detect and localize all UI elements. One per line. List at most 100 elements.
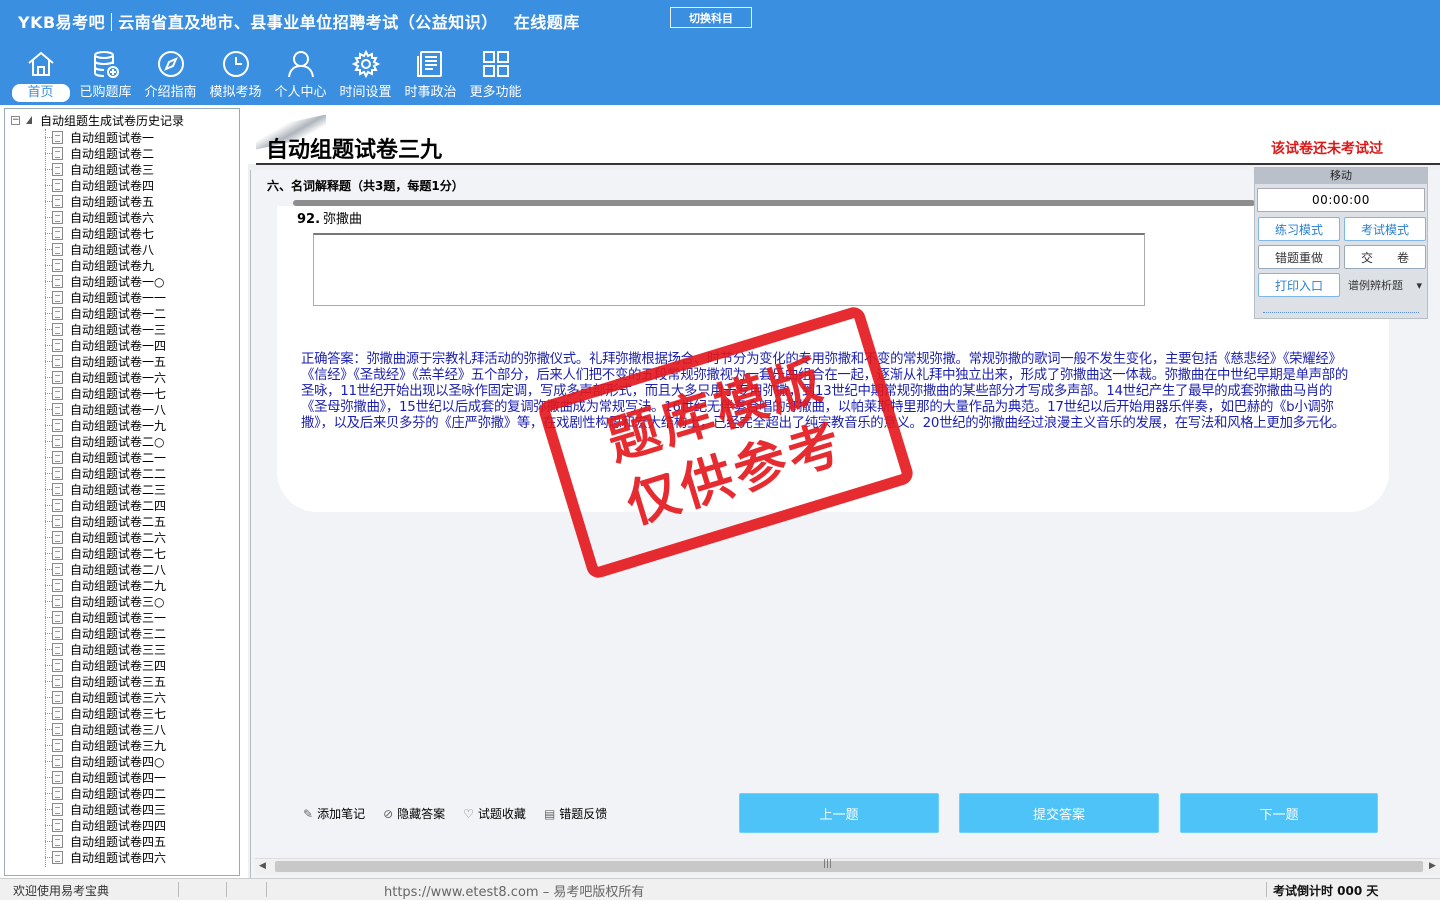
tree-item[interactable]: 自动组题试卷四六 — [45, 849, 166, 865]
tree-item[interactable]: 自动组题试卷三二 — [45, 625, 166, 641]
add-note-label: 添加笔记 — [317, 807, 366, 821]
brand-divider — [111, 13, 113, 31]
tree-item[interactable]: 自动组题试卷三 — [45, 161, 166, 177]
tree-item[interactable]: 自动组题试卷一六 — [45, 369, 166, 385]
tree-connector — [45, 328, 52, 330]
nav-mock-exam[interactable]: 模拟考场 — [203, 48, 268, 104]
nav-time-settings[interactable]: 时间设置 — [333, 48, 398, 104]
tree-item[interactable]: 自动组题试卷三五 — [45, 673, 166, 689]
horizontal-scrollbar[interactable]: ◀ ||| ▶ — [255, 858, 1440, 874]
tree-item[interactable]: 自动组题试卷一 — [45, 129, 166, 145]
tree-item[interactable]: 自动组题试卷三一 — [45, 609, 166, 625]
scroll-thumb[interactable] — [275, 861, 1423, 872]
nav-guide[interactable]: 介绍指南 — [138, 48, 203, 104]
tree-item[interactable]: 自动组题试卷三八 — [45, 721, 166, 737]
tree-item[interactable]: 自动组题试卷五 — [45, 193, 166, 209]
tree-item[interactable]: 自动组题试卷九 — [45, 257, 166, 273]
tree-item[interactable]: 自动组题试卷二四 — [45, 497, 166, 513]
document-icon — [52, 338, 63, 352]
tree-item[interactable]: 自动组题试卷二五 — [45, 513, 166, 529]
title-strip: 自动组题试卷三九 该试卷还未考试过 — [248, 108, 1440, 165]
news-icon — [416, 51, 442, 77]
tree-item[interactable]: 自动组题试卷二三 — [45, 481, 166, 497]
tree-item[interactable]: 自动组题试卷一一 — [45, 289, 166, 305]
tree-item[interactable]: 自动组题试卷四四 — [45, 817, 166, 833]
tree-item[interactable]: 自动组题试卷一○ — [45, 273, 166, 289]
tree-item[interactable]: 自动组题试卷四一 — [45, 769, 166, 785]
redo-wrong-button[interactable]: 错题重做 — [1258, 245, 1340, 269]
nav-more[interactable]: 更多功能 — [463, 48, 528, 104]
tree-item[interactable]: 自动组题试卷三七 — [45, 705, 166, 721]
nav-personal[interactable]: 个人中心 — [268, 48, 333, 104]
tree-item[interactable]: 自动组题试卷三四 — [45, 657, 166, 673]
tree-item[interactable]: 自动组题试卷一九 — [45, 417, 166, 433]
tree-item[interactable]: 自动组题试卷四三 — [45, 801, 166, 817]
tree-item[interactable]: 自动组题试卷一八 — [45, 401, 166, 417]
tree-item[interactable]: 自动组题试卷二一 — [45, 449, 166, 465]
copyright-text: https://www.etest8.com – 易考吧版权所有 — [384, 885, 645, 900]
nav-current-affairs[interactable]: 时事政治 — [398, 48, 463, 104]
tree-item[interactable]: 自动组题试卷三六 — [45, 689, 166, 705]
document-icon — [52, 594, 63, 608]
tree-item[interactable]: 自动组题试卷二○ — [45, 433, 166, 449]
submit-answer-button[interactable]: 提交答案 — [959, 793, 1159, 833]
practice-mode-button[interactable]: 练习模式 — [1258, 217, 1340, 241]
tree-item[interactable]: 自动组题试卷一五 — [45, 353, 166, 369]
tree-item[interactable]: 自动组题试卷四二 — [45, 785, 166, 801]
hide-answer-link[interactable]: ⊘ 隐藏答案 — [383, 805, 445, 822]
exam-mode-button[interactable]: 考试模式 — [1344, 217, 1426, 241]
tree-item[interactable]: 自动组题试卷六 — [45, 209, 166, 225]
tree-item-label: 自动组题试卷三一 — [70, 610, 167, 625]
tree-connector — [45, 744, 52, 746]
feedback-link[interactable]: ▤ 错题反馈 — [544, 805, 607, 822]
exam-status: 该试卷还未考试过 — [1271, 141, 1383, 157]
favorite-link[interactable]: ♡ 试题收藏 — [463, 805, 526, 822]
tree-item[interactable]: 自动组题试卷八 — [45, 241, 166, 257]
document-icon — [52, 466, 63, 480]
tree-item[interactable]: 自动组题试卷七 — [45, 225, 166, 241]
tree-item[interactable]: 自动组题试卷三○ — [45, 593, 166, 609]
tree-connector — [45, 216, 52, 218]
document-icon — [52, 130, 63, 144]
tree-item[interactable]: 自动组题试卷三九 — [45, 737, 166, 753]
tree-item[interactable]: 自动组题试卷三三 — [45, 641, 166, 657]
tree-item[interactable]: 自动组题试卷二八 — [45, 561, 166, 577]
move-handle[interactable]: 移动 — [1255, 168, 1427, 184]
add-note-link[interactable]: ✎ 添加笔记 — [303, 805, 365, 822]
home-icon — [27, 51, 54, 76]
document-icon — [52, 498, 63, 512]
tree-connector — [45, 520, 52, 522]
tree-connector — [45, 632, 52, 634]
hand-in-button[interactable]: 交 卷 — [1344, 245, 1426, 269]
tree-item[interactable]: 自动组题试卷一三 — [45, 321, 166, 337]
print-button[interactable]: 打印入口 — [1258, 273, 1340, 297]
tree-item[interactable]: 自动组题试卷一四 — [45, 337, 166, 353]
answer-input[interactable] — [313, 233, 1145, 306]
tree-item[interactable]: 自动组题试卷二二 — [45, 465, 166, 481]
nav-purchased[interactable]: 已购题库 — [73, 48, 138, 104]
tree-item[interactable]: 自动组题试卷一七 — [45, 385, 166, 401]
tree-item[interactable]: 自动组题试卷二六 — [45, 529, 166, 545]
tree-connector — [45, 168, 52, 170]
tree-item[interactable]: 自动组题试卷四五 — [45, 833, 166, 849]
collapse-icon[interactable]: − — [11, 115, 20, 125]
tree-item[interactable]: 自动组题试卷二 — [45, 145, 166, 161]
document-icon — [52, 146, 63, 160]
tree-item[interactable]: 自动组题试卷一二 — [45, 305, 166, 321]
tree-item[interactable]: 自动组题试卷二九 — [45, 577, 166, 593]
tree-root-label: 自动组题生成试卷历史记录 — [40, 113, 185, 128]
scroll-right-icon[interactable]: ▶ — [1429, 861, 1436, 871]
panel-resize-handle[interactable] — [1263, 312, 1419, 317]
document-icon — [52, 706, 63, 720]
nav-home[interactable]: 首页 — [8, 48, 73, 104]
switch-subject-button[interactable]: 切换科目 — [670, 7, 752, 28]
prev-question-button[interactable]: 上一题 — [739, 793, 939, 833]
question-type-select[interactable]: 谱例辨析题 ▾ — [1344, 273, 1426, 297]
tree-item-label: 自动组题试卷三九 — [70, 738, 167, 753]
tree-item[interactable]: 自动组题试卷四○ — [45, 753, 166, 769]
tree-item[interactable]: 自动组题试卷四 — [45, 177, 166, 193]
scroll-left-icon[interactable]: ◀ — [259, 861, 266, 871]
tree-root[interactable]: − 自动组题生成试卷历史记录 — [11, 112, 184, 128]
next-question-button[interactable]: 下一题 — [1180, 793, 1378, 833]
tree-item[interactable]: 自动组题试卷二七 — [45, 545, 166, 561]
